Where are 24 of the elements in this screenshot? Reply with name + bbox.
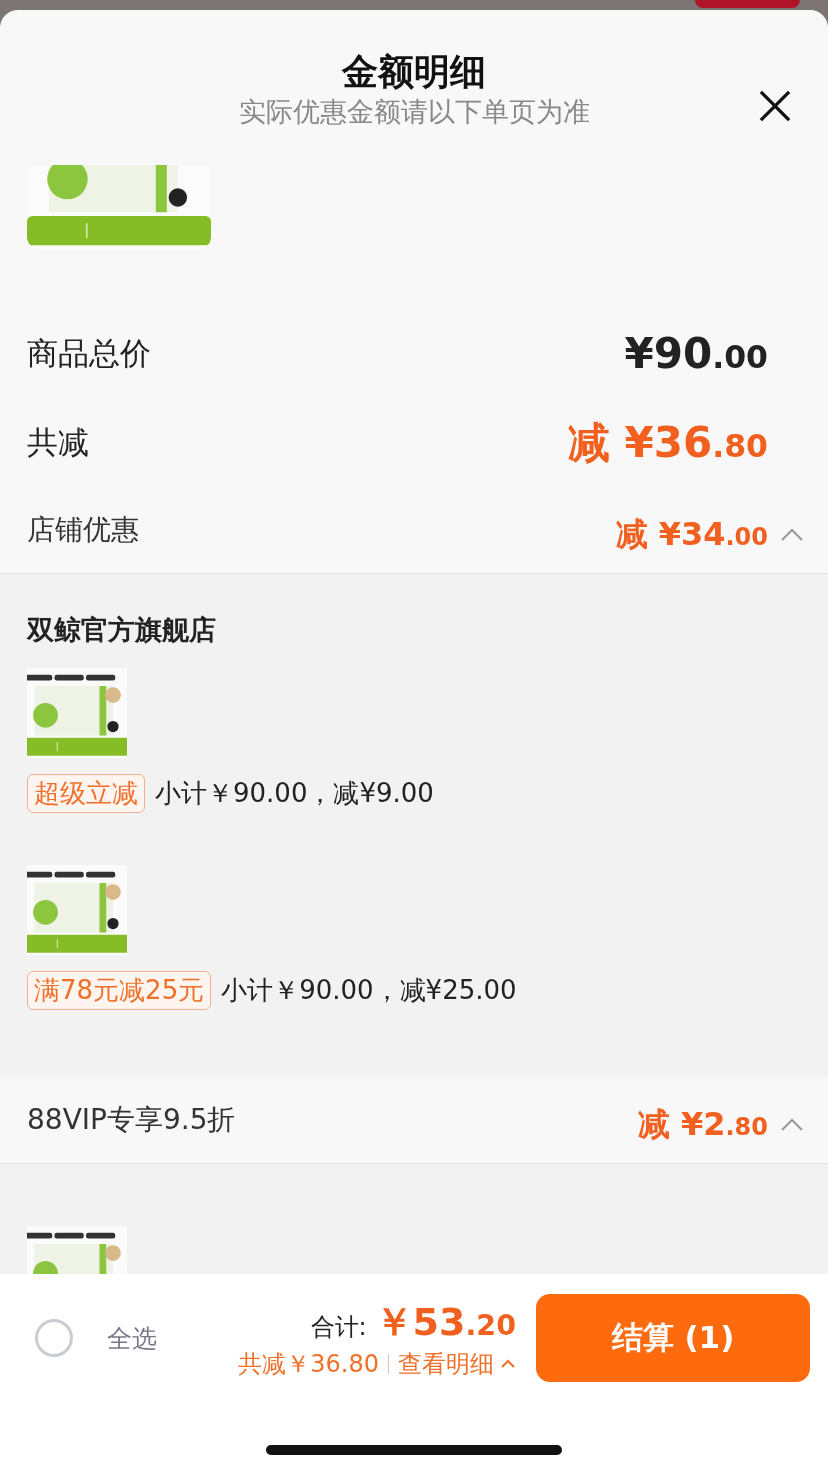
sheet-title: 金额明细 — [342, 50, 486, 94]
summary-label: 共减 — [27, 422, 89, 462]
saved-amount: 共减￥36.80 — [238, 1348, 379, 1380]
sheet-subtitle: 实际优惠金额请以下单页为准 — [238, 95, 590, 129]
subtotal-text: 小计￥90.00，减¥25.00 — [221, 974, 517, 1007]
discount-amount: 减 ¥36.80 — [567, 416, 768, 469]
subtotal-text: 小计￥90.00，减¥9.00 — [155, 777, 434, 810]
close-icon[interactable] — [759, 90, 791, 122]
store-name: 双鲸官方旗舰店 — [27, 613, 217, 647]
discount-amount: 减 ¥34.00 — [615, 514, 768, 555]
discount-amount: 减 ¥2.80 — [637, 1104, 768, 1145]
total-price: ¥90.00 — [624, 329, 768, 378]
total-label: 合计: — [310, 1311, 367, 1343]
summary-label: 商品总价 — [27, 333, 151, 373]
discount-label: 88VIP专享9.5折 — [27, 1102, 236, 1138]
select-all-label[interactable]: 全选 — [107, 1321, 157, 1355]
promo-tag: 超级立减 — [27, 774, 145, 813]
details-link[interactable]: 查看明细 — [398, 1347, 494, 1380]
total-amount: ￥53.20 — [374, 1298, 516, 1346]
select-all-radio[interactable] — [35, 1319, 73, 1357]
checkout-button[interactable]: 结算 (1) — [536, 1294, 810, 1382]
discount-label: 店铺优惠 — [27, 512, 139, 548]
chevron-up-icon — [500, 1358, 516, 1369]
promo-tag: 满78元减25元 — [27, 971, 212, 1010]
